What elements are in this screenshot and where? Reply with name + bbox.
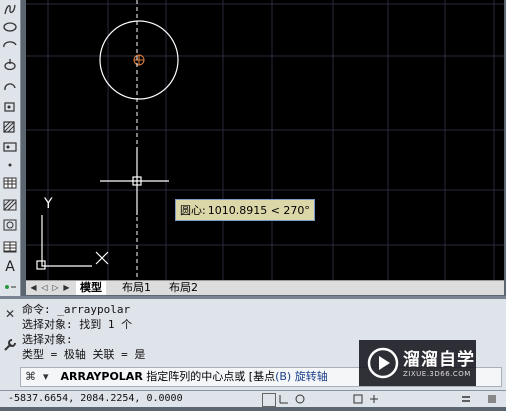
command-option-basepoint[interactable]: (B) xyxy=(275,370,291,383)
history-line: 类型 = 极轴 关联 = 是 xyxy=(22,348,146,361)
crosshair-cursor xyxy=(100,147,169,215)
watermark-title: 溜溜自学 xyxy=(403,350,475,370)
history-line: 选择对象: 找到 1 个 xyxy=(22,318,133,331)
insert-block-icon[interactable] xyxy=(2,58,18,72)
wrench-icon[interactable] xyxy=(3,337,17,356)
tooltip-value: 1010.8915 < 270° xyxy=(207,204,310,217)
history-line: 命令: _arraypolar xyxy=(22,303,131,316)
coordinate-readout: -5837.6654, 2084.2254, 0.0000 xyxy=(8,393,183,404)
region-icon[interactable] xyxy=(2,158,18,172)
otrack-icon[interactable] xyxy=(368,393,380,405)
ellipse-icon[interactable] xyxy=(2,20,18,34)
status-bar: -5837.6654, 2084.2254, 0.0000 xyxy=(0,390,506,407)
table-grid-icon[interactable] xyxy=(2,240,18,254)
spline-icon[interactable] xyxy=(2,2,18,16)
last-tab-icon[interactable]: ▶ xyxy=(61,282,72,293)
tab-layout2[interactable]: 布局2 xyxy=(165,281,202,295)
tab-layout1[interactable]: 布局1 xyxy=(118,281,155,295)
draw-toolbar: A xyxy=(0,0,21,296)
history-line: 选择对象: xyxy=(22,333,73,346)
snap-grid-icon[interactable] xyxy=(262,393,276,407)
lineweight-icon[interactable] xyxy=(460,393,472,405)
tooltip-label: 圆心: xyxy=(180,204,206,217)
add-selected-icon[interactable] xyxy=(2,280,18,294)
hatch-icon[interactable] xyxy=(2,120,18,134)
command-option-axis[interactable]: 旋转轴 xyxy=(295,370,328,383)
watermark-subtitle: ZIXUE.3D66.COM xyxy=(403,370,471,378)
command-name: ARRAYPOLAR xyxy=(60,370,143,383)
osnap-icon[interactable] xyxy=(352,393,364,405)
command-option-open: [基点 xyxy=(248,370,276,383)
layout-tab-bar: ◀ ◁ ▷ ▶ 模型 布局1 布局2 xyxy=(26,280,504,295)
prev-tab-icon[interactable]: ◁ xyxy=(39,282,50,293)
drawing-canvas[interactable]: Y 圆心: 1010.8915 < 270° xyxy=(26,0,504,280)
drawing-svg xyxy=(26,0,504,280)
command-prompt-text: 指定阵列的中心点或 xyxy=(146,370,246,383)
polar-icon[interactable] xyxy=(294,393,306,405)
tab-model[interactable]: 模型 xyxy=(76,281,106,295)
gradient-icon[interactable] xyxy=(2,140,18,154)
hatch-dense-icon[interactable] xyxy=(2,198,18,212)
watermark-logo-icon xyxy=(367,347,399,379)
text-icon[interactable]: A xyxy=(2,260,18,274)
next-tab-icon[interactable]: ▷ xyxy=(50,282,61,293)
command-window-handle: ✕ xyxy=(2,303,18,363)
close-icon[interactable]: ✕ xyxy=(5,307,15,321)
point-icon[interactable] xyxy=(2,100,18,114)
command-options-icon[interactable]: ⌘ xyxy=(25,368,39,386)
watermark: 溜溜自学 ZIXUE.3D66.COM xyxy=(359,340,476,386)
boundary-icon[interactable] xyxy=(2,218,18,232)
make-block-icon[interactable] xyxy=(2,80,18,94)
first-tab-icon[interactable]: ◀ xyxy=(28,282,39,293)
table-icon[interactable] xyxy=(2,176,18,190)
coordinate-tooltip: 圆心: 1010.8915 < 270° xyxy=(175,199,315,221)
chevron-down-icon[interactable]: ▾ xyxy=(43,368,57,386)
ortho-icon[interactable] xyxy=(278,393,290,405)
ellipse-arc-icon[interactable] xyxy=(2,38,18,52)
transparency-icon[interactable] xyxy=(486,393,498,405)
ucs-y-label: Y xyxy=(44,196,53,212)
command-history: 命令: _arraypolar 选择对象: 找到 1 个 选择对象: 类型 = … xyxy=(22,302,362,362)
